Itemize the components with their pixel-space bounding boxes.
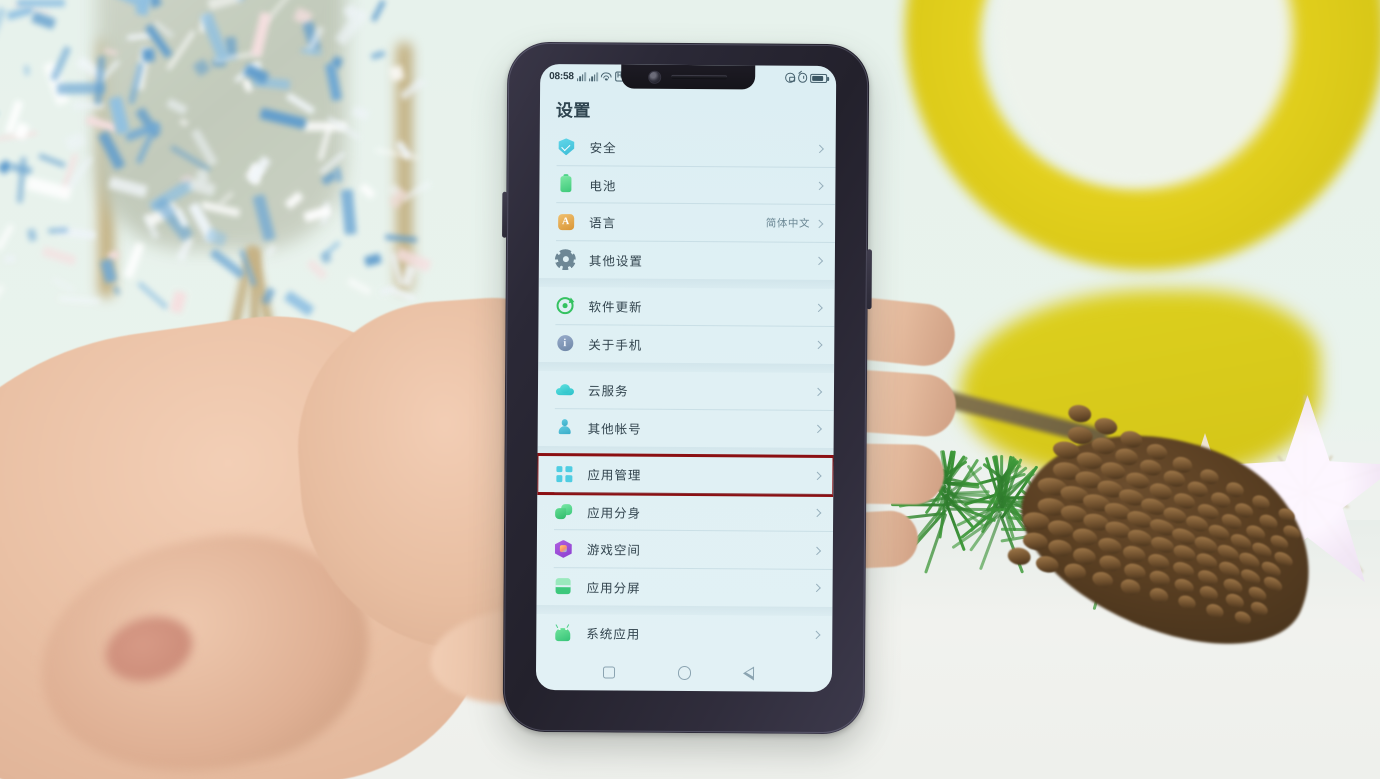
settings-row[interactable]: 软件更新 bbox=[538, 287, 834, 327]
settings-row-label: 应用分身 bbox=[587, 502, 814, 523]
settings-row-label: 云服务 bbox=[588, 381, 815, 402]
settings-row[interactable]: 电池 bbox=[539, 165, 835, 205]
settings-row-highlighted[interactable]: 应用管理 bbox=[537, 455, 833, 495]
settings-row-label: 系统应用 bbox=[586, 624, 813, 645]
chevron-right-icon bbox=[813, 425, 821, 433]
settings-row-label: 其他设置 bbox=[589, 250, 816, 271]
gear-icon bbox=[556, 250, 575, 269]
chevron-right-icon bbox=[813, 471, 821, 479]
cloud-icon bbox=[555, 380, 574, 399]
page-title: 设置 bbox=[540, 88, 836, 130]
settings-row[interactable]: A 语言 简体中文 bbox=[539, 203, 835, 243]
rotation-lock-icon bbox=[785, 73, 795, 83]
language-icon: A bbox=[556, 212, 575, 231]
settings-row-label: 安全 bbox=[590, 138, 817, 159]
settings-group: 软件更新 i 关于手机 bbox=[538, 287, 835, 364]
chevron-right-icon bbox=[813, 509, 821, 517]
home-circle-icon[interactable] bbox=[678, 666, 692, 680]
chevron-right-icon bbox=[812, 584, 820, 592]
status-bar-right bbox=[785, 73, 827, 83]
alarm-icon bbox=[798, 73, 808, 83]
front-camera-icon bbox=[649, 71, 660, 82]
recents-square-icon[interactable] bbox=[603, 666, 615, 678]
signal-sim2-icon bbox=[589, 72, 598, 81]
settings-group: 云服务 其他帐号 bbox=[538, 371, 835, 448]
settings-row[interactable]: 系统应用 bbox=[536, 614, 832, 654]
volume-button[interactable] bbox=[502, 192, 507, 238]
settings-row-label: 软件更新 bbox=[589, 297, 816, 318]
settings-row-label: 游戏空间 bbox=[587, 540, 814, 561]
chevron-right-icon bbox=[815, 219, 823, 227]
battery-icon bbox=[810, 73, 827, 82]
game-space-icon bbox=[554, 539, 573, 558]
settings-row-value: 简体中文 bbox=[766, 216, 811, 231]
settings-row-label: 关于手机 bbox=[588, 334, 815, 355]
settings-row-label: 应用管理 bbox=[587, 465, 814, 486]
chevron-right-icon bbox=[815, 182, 823, 190]
chevron-right-icon bbox=[814, 387, 822, 395]
settings-row[interactable]: 游戏空间 bbox=[537, 530, 833, 570]
signal-sim1-icon bbox=[577, 72, 586, 81]
settings-row-label: 电池 bbox=[589, 175, 816, 196]
settings-group: 安全电池 A 语言 简体中文其他设置 bbox=[539, 128, 836, 280]
earpiece-speaker bbox=[671, 75, 727, 80]
person-icon bbox=[555, 418, 574, 437]
phone-screen[interactable]: 08:58 HD 设置 安全电池 A 语言简体中文其他设置软件更新 i 关于手机云服务其… bbox=[536, 64, 836, 692]
status-bar-left: 08:58 HD bbox=[549, 71, 628, 83]
settings-list[interactable]: 安全电池 A 语言 简体中文其他设置软件更新 i 关于手机云服务其他帐号应用管理应用分身游… bbox=[536, 128, 836, 656]
settings-row[interactable]: 安全 bbox=[540, 128, 836, 168]
chevron-right-icon bbox=[812, 630, 820, 638]
display-notch bbox=[621, 65, 755, 90]
settings-group: 系统应用 bbox=[536, 614, 832, 654]
chevron-right-icon bbox=[814, 341, 822, 349]
app-grid-icon bbox=[554, 464, 573, 483]
system-apps-icon bbox=[553, 623, 572, 642]
settings-row[interactable]: 其他设置 bbox=[539, 240, 835, 280]
app-clone-icon bbox=[554, 502, 573, 521]
status-time: 08:58 bbox=[549, 71, 574, 82]
settings-row[interactable]: 应用分身 bbox=[537, 492, 833, 532]
settings-row[interactable]: i 关于手机 bbox=[538, 324, 834, 364]
settings-group: 应用管理应用分身游戏空间应用分屏 bbox=[536, 455, 833, 607]
shield-icon bbox=[557, 137, 576, 156]
split-screen-icon bbox=[554, 577, 573, 596]
navigation-bar[interactable] bbox=[536, 654, 832, 692]
settings-row-label: 应用分屏 bbox=[587, 577, 814, 598]
info-icon: i bbox=[555, 334, 574, 353]
chevron-right-icon bbox=[813, 546, 821, 554]
settings-row[interactable]: 其他帐号 bbox=[538, 408, 834, 448]
chevron-right-icon bbox=[814, 303, 822, 311]
wifi-icon bbox=[601, 72, 612, 81]
settings-row[interactable]: 应用分屏 bbox=[536, 567, 832, 607]
battery-icon bbox=[556, 175, 575, 194]
update-icon bbox=[556, 296, 575, 315]
settings-row[interactable]: 云服务 bbox=[538, 371, 834, 411]
back-triangle-icon[interactable] bbox=[754, 666, 765, 680]
smartphone: 08:58 HD 设置 安全电池 A 语言简体中文其他设置软件更新 i 关于手机云服务其… bbox=[503, 42, 870, 735]
power-button[interactable] bbox=[867, 249, 872, 309]
chevron-right-icon bbox=[815, 144, 823, 152]
chevron-right-icon bbox=[815, 257, 823, 265]
settings-row-label: 语言 bbox=[589, 213, 766, 233]
settings-row-label: 其他帐号 bbox=[588, 418, 815, 439]
